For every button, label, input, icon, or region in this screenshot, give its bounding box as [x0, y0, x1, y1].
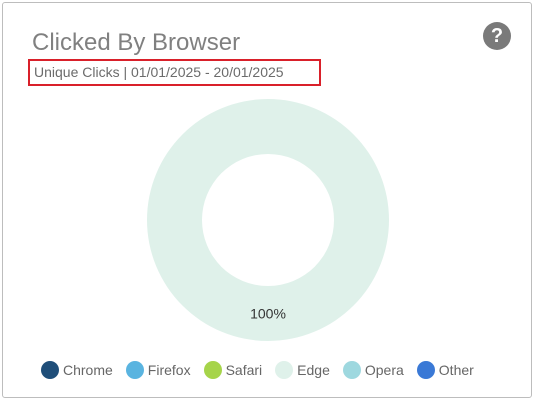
legend-label: Chrome: [63, 362, 113, 378]
legend-swatch-firefox: [125, 361, 144, 379]
legend-item-safari[interactable]: Safari: [203, 361, 263, 379]
legend-item-other[interactable]: Other: [416, 361, 474, 379]
legend-item-chrome[interactable]: Chrome: [41, 361, 113, 379]
legend-swatch-other: [416, 361, 435, 379]
legend-item-edge[interactable]: Edge: [275, 361, 330, 379]
legend-swatch-chrome: [41, 361, 59, 379]
chart-legend: Chrome Firefox Safari Edge Opera Other: [41, 360, 487, 380]
legend-label: Opera: [364, 362, 404, 378]
legend-label: Edge: [297, 362, 330, 378]
legend-label: Safari: [225, 362, 263, 378]
data-label-edge: 100%: [250, 306, 286, 322]
legend-item-firefox[interactable]: Firefox: [125, 361, 191, 379]
legend-swatch-safari: [203, 361, 222, 379]
legend-label: Other: [438, 362, 474, 378]
legend-label: Firefox: [147, 362, 191, 378]
legend-swatch-edge: [275, 361, 294, 379]
legend-swatch-opera: [342, 361, 361, 379]
legend-item-opera[interactable]: Opera: [342, 361, 404, 379]
donut-chart: 100%: [147, 99, 389, 341]
